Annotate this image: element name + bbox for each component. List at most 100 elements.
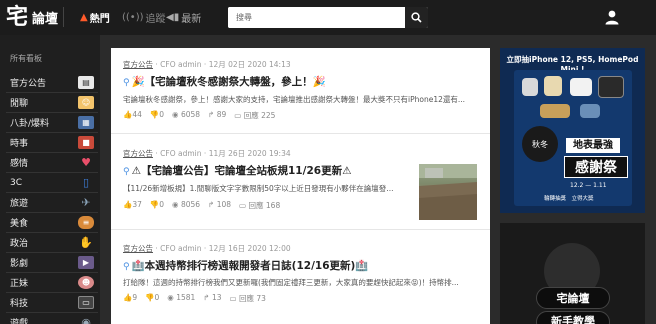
nav-new[interactable]: ◀▮ 最新 [166, 10, 201, 25]
post-title[interactable]: ⚲ ⚠【宅論壇公告】宅論壇全站板規11/26更新⚠ [123, 163, 351, 178]
nav-new-label: 最新 [181, 14, 202, 25]
reply-count[interactable]: ▭ 回應 168 [239, 200, 280, 211]
sidebar-item-label: 影劇 [10, 259, 29, 269]
sidebar-item-politics[interactable]: 政治 ✋ [6, 233, 98, 253]
search-icon [411, 12, 422, 23]
post-category[interactable]: 官方公告 [123, 60, 153, 69]
user-icon[interactable] [604, 9, 620, 25]
sidebar-item-tech[interactable]: 科技 ▭ [6, 293, 98, 313]
share-icon: ↱ [203, 293, 212, 302]
sidebar-item-label: 正妹 [10, 279, 29, 289]
post-card[interactable]: 官方公告 · CFO admin · 12月 02日 2020 14:13 ⚲ 🎉… [111, 48, 490, 134]
reply-count[interactable]: ▭ 回應 225 [234, 110, 275, 121]
search-box [228, 7, 428, 28]
thumbs-up-icon: 👍 [123, 293, 133, 302]
sidebar-item-label: 旅遊 [10, 199, 29, 209]
site-logo[interactable]: 宅 論壇 [6, 5, 58, 29]
divider [63, 7, 64, 27]
dislike-count[interactable]: 👎0 [145, 293, 159, 304]
share-count[interactable]: ↱ 13 [203, 293, 221, 304]
sidebar-item-3c[interactable]: 3C ▯ [6, 173, 98, 193]
share-count[interactable]: ↱ 89 [208, 110, 226, 121]
film-icon: ▶ [78, 256, 94, 269]
like-count[interactable]: 👍37 [123, 200, 142, 211]
sidebar-item-news[interactable]: 時事 ■ [6, 133, 98, 153]
thumbs-up-icon: 👍 [123, 110, 133, 119]
post-meta: 官方公告 · CFO admin · 12月 16日 2020 12:00 [123, 244, 291, 253]
post-meta: 官方公告 · CFO admin · 11月 26日 2020 19:34 [123, 149, 291, 158]
sidebar-item-label: 八卦/爆料 [10, 119, 50, 129]
share-count[interactable]: ↱ 108 [208, 200, 231, 211]
post-author[interactable]: CFO admin [160, 60, 201, 69]
prize-icon [540, 104, 570, 118]
tutorial-line1: 宅論壇 [536, 287, 610, 309]
sidebar-item-chat[interactable]: 閒聊 ☺ [6, 93, 98, 113]
nav-follow-label: 追蹤 [145, 14, 166, 25]
promo-seal: 秋冬 [522, 126, 558, 162]
board-list: 官方公告 ▤ 閒聊 ☺ 八卦/爆料 ▦ 時事 ■ 感情 ♥ 3C ▯ 旅遊 ✈ … [6, 73, 98, 324]
comment-icon: ▭ [234, 111, 244, 120]
post-author[interactable]: CFO admin [160, 149, 201, 158]
post-thumbnail[interactable] [419, 164, 477, 220]
search-input[interactable] [228, 7, 405, 28]
prize-icon [570, 78, 592, 96]
sidebar-item-relationships[interactable]: 感情 ♥ [6, 153, 98, 173]
post-stats: 👍44 👎0 ◉ 6058 ↱ 89 ▭ 回應 225 [123, 110, 275, 121]
sidebar-item-label: 感情 [10, 159, 29, 169]
post-excerpt: 【11/26新增板規】1.閒聊版文字字數限制50字以上近日發現有小夥伴在論壇發.… [123, 184, 394, 193]
dislike-count[interactable]: 👎0 [150, 110, 164, 121]
board-thumb-icon: ▦ [78, 116, 94, 129]
post-card[interactable]: 官方公告 · CFO admin · 11月 26日 2020 19:34 ⚲ ⚠… [111, 134, 490, 230]
eye-icon: ◉ [172, 200, 181, 209]
sidebar-item-label: 美食 [10, 219, 29, 229]
promo-date: 12.2 — 1.11 [570, 182, 607, 189]
like-count[interactable]: 👍9 [123, 293, 137, 304]
post-stats: 👍37 👎0 ◉ 8056 ↱ 108 ▭ 回應 168 [123, 200, 280, 211]
fire-icon: ▲ [80, 12, 88, 23]
post-author[interactable]: CFO admin [160, 244, 201, 253]
like-count[interactable]: 👍44 [123, 110, 142, 121]
post-date: 12月 16日 2020 12:00 [208, 244, 291, 253]
post-card[interactable]: 官方公告 · CFO admin · 12月 16日 2020 12:00 ⚲ 🏥… [111, 230, 490, 324]
sidebar-item-label: 官方公告 [10, 79, 47, 89]
pin-icon: ⚲ [123, 262, 130, 272]
post-category[interactable]: 官方公告 [123, 149, 153, 158]
post-category[interactable]: 官方公告 [123, 244, 153, 253]
sidebar-item-announcements[interactable]: 官方公告 ▤ [6, 73, 98, 93]
promo-line1: 地表最強 [566, 138, 620, 153]
sidebar-item-label: 遊戲 [10, 319, 29, 324]
view-count: ◉ 1581 [167, 293, 196, 302]
share-icon: ↱ [208, 110, 217, 119]
tutorial-banner[interactable]: 宅論壇 新手教學 [500, 223, 645, 324]
dirt-photo-icon [419, 164, 477, 220]
tutorial-line2: 新手教學 [536, 311, 610, 324]
sidebar-item-label: 3C [10, 177, 23, 188]
logo-text: 論壇 [32, 11, 59, 27]
reply-count[interactable]: ▭ 回應 73 [230, 293, 266, 304]
phone-icon: ▯ [82, 176, 90, 189]
post-title[interactable]: ⚲ 🏥本週持幣排行榜週報開發者日誌(12/16更新)🏥 [123, 258, 368, 273]
sidebar-item-beauty[interactable]: 正妹 ☻ [6, 273, 98, 293]
sidebar-item-travel[interactable]: 旅遊 ✈ [6, 193, 98, 213]
nav-hot[interactable]: ▲ 熱門 [80, 10, 110, 25]
post-feed: 官方公告 · CFO admin · 12月 02日 2020 14:13 ⚲ 🎉… [111, 48, 490, 324]
post-title[interactable]: ⚲ 🎉【宅論壇秋冬感謝祭大轉盤，參上！🎉 [123, 74, 326, 89]
sidebar-title: 所有看板 [10, 54, 42, 63]
board-thumb-icon: ☺ [78, 96, 94, 109]
share-icon: ↱ [208, 200, 217, 209]
comment-icon: ▭ [239, 201, 249, 210]
sidebar: 所有看板 官方公告 ▤ 閒聊 ☺ 八卦/爆料 ▦ 時事 ■ 感情 ♥ 3C ▯ … [0, 35, 100, 324]
nav-follow[interactable]: ((•)) 追蹤 [122, 10, 166, 25]
post-stats: 👍9 👎0 ◉ 1581 ↱ 13 ▭ 回應 73 [123, 293, 266, 304]
sidebar-item-gossip[interactable]: 八卦/爆料 ▦ [6, 113, 98, 133]
post-date: 12月 02日 2020 14:13 [208, 60, 291, 69]
sidebar-item-food[interactable]: 美食 ≡ [6, 213, 98, 233]
search-button[interactable] [405, 7, 428, 28]
post-excerpt: 宅論壇秋冬感謝祭，參上！感謝大家的支持，宅論壇推出感謝祭大轉盤！最大獎不只有iP… [123, 95, 466, 104]
pin-icon: ⚲ [123, 167, 130, 177]
promo-banner[interactable]: 立即抽iPhone 12, PS5, HomePod Mini ! 秋冬 地表最… [500, 48, 645, 213]
sidebar-item-drama[interactable]: 影劇 ▶ [6, 253, 98, 273]
sidebar-item-games[interactable]: 遊戲 ◉ [6, 313, 98, 324]
dislike-count[interactable]: 👎0 [150, 200, 164, 211]
thumbs-up-icon: 👍 [123, 200, 133, 209]
